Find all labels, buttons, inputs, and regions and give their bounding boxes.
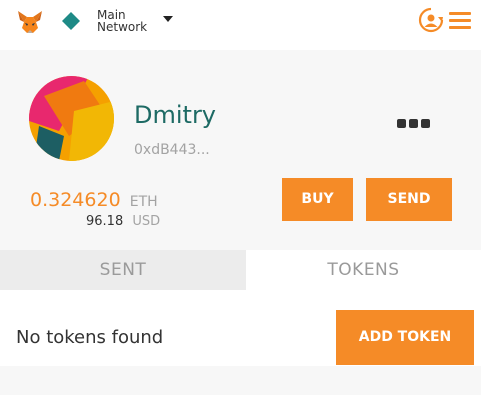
- metamask-wallet: Main Network Dmitry 0xdB443... 0.324620 …: [0, 0, 481, 395]
- usd-balance-row: 96.18 USD: [86, 210, 160, 229]
- tab-sent[interactable]: SENT: [0, 250, 246, 290]
- account-address[interactable]: 0xdB443...: [134, 142, 210, 158]
- account-identicon: [29, 76, 114, 161]
- chevron-down-icon[interactable]: [163, 16, 173, 22]
- usd-unit: USD: [132, 214, 161, 229]
- send-button[interactable]: SEND: [366, 178, 452, 221]
- metamask-fox-icon[interactable]: [16, 8, 44, 36]
- eth-balance: 0.324620: [30, 189, 121, 211]
- network-diamond-icon[interactable]: [62, 12, 80, 30]
- account-panel: Dmitry 0xdB443... 0.324620 ETH 96.18 USD…: [0, 50, 481, 250]
- hamburger-menu-icon[interactable]: [449, 12, 473, 30]
- eth-balance-row: 0.324620 ETH: [30, 190, 158, 210]
- no-tokens-message: No tokens found: [16, 327, 164, 348]
- network-name-line2: Network: [97, 20, 148, 34]
- network-selector[interactable]: Main Network: [97, 9, 147, 33]
- account-name[interactable]: Dmitry: [134, 102, 216, 128]
- buy-button[interactable]: BUY: [282, 178, 353, 221]
- top-bar: Main Network: [0, 0, 481, 50]
- add-token-button[interactable]: ADD TOKEN: [336, 310, 474, 365]
- more-options-icon[interactable]: [397, 113, 433, 128]
- footer-divider: [0, 366, 481, 395]
- account-switch-icon[interactable]: [418, 7, 444, 33]
- eth-unit: ETH: [129, 194, 158, 210]
- activity-tabs: SENT TOKENS: [0, 250, 481, 290]
- tab-tokens[interactable]: TOKENS: [246, 250, 481, 290]
- usd-balance: 96.18: [86, 214, 124, 229]
